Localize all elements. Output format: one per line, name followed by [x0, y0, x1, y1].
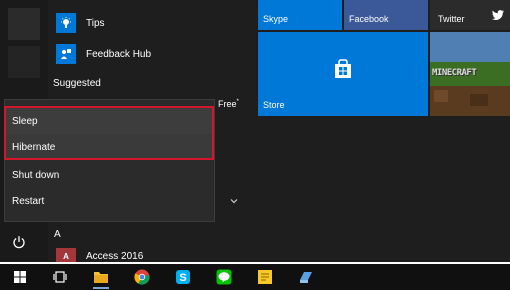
access-icon-letter: A	[63, 251, 69, 261]
shut-down-option-label: Shut down	[12, 169, 60, 181]
sticky-notes-icon[interactable]	[256, 268, 274, 286]
power-icon[interactable]	[12, 235, 26, 249]
sleep-option-label: Sleep	[12, 115, 38, 127]
sleep-option[interactable]: Sleep	[5, 108, 214, 134]
line-icon[interactable]	[215, 268, 233, 286]
app-item-label: Feedback Hub	[86, 48, 152, 60]
app-item-label: Access 2016	[86, 250, 144, 262]
svg-text:S: S	[179, 272, 186, 284]
chrome-icon[interactable]	[133, 268, 151, 286]
suggested-heading: Suggested	[53, 78, 101, 89]
suggested-app-fragment[interactable]: Free*	[218, 99, 239, 109]
task-view-icon[interactable]	[51, 268, 69, 286]
windows-start-icon[interactable]	[0, 264, 40, 290]
lightbulb-icon	[56, 13, 76, 33]
left-strip-button[interactable]	[8, 46, 40, 78]
tile-store[interactable]: Store	[258, 32, 428, 116]
access-icon: A	[56, 248, 76, 262]
tile-facebook[interactable]: Facebook	[344, 0, 428, 30]
feedback-hub-icon	[56, 44, 76, 64]
minecraft-sky	[430, 32, 510, 62]
app-item-feedback-hub[interactable]: Feedback Hub	[56, 42, 151, 66]
tile-twitter[interactable]: Twitter	[430, 0, 510, 30]
app-item-access[interactable]: A Access 2016	[56, 248, 143, 262]
shut-down-option[interactable]: Shut down	[5, 162, 214, 188]
active-app-indicator	[93, 287, 109, 289]
store-bag-icon	[335, 59, 351, 78]
chevron-down-icon[interactable]	[229, 196, 239, 206]
tile-label: Twitter	[438, 14, 465, 24]
hibernate-option-label: Hibernate	[12, 141, 56, 153]
tile-label: Store	[263, 100, 285, 110]
section-letter-a[interactable]: A	[54, 229, 61, 240]
tile-empty	[258, 118, 342, 168]
tile-empty	[344, 118, 428, 168]
suggested-app-fragment-sup: *	[236, 99, 239, 105]
app-item-label: Tips	[86, 17, 105, 29]
start-menu: Tips Feedback Hub Suggested Free* Sleep …	[0, 0, 510, 262]
skype-icon[interactable]: S	[174, 268, 192, 286]
user-avatar[interactable]	[8, 8, 40, 40]
file-explorer-icon[interactable]	[92, 268, 110, 289]
restart-option-label: Restart	[12, 195, 45, 207]
tile-empty	[430, 118, 510, 168]
suggested-app-fragment-text: Free	[218, 99, 237, 109]
twitter-bird-icon	[492, 10, 504, 20]
minecraft-block	[470, 94, 488, 106]
app-item-tips[interactable]: Tips	[56, 11, 105, 35]
tile-label: Skype	[263, 14, 289, 24]
tile-label: Facebook	[349, 14, 389, 24]
tile-minecraft[interactable]: MINECRAFT	[430, 32, 510, 116]
hibernate-option[interactable]: Hibernate	[5, 134, 214, 160]
minecraft-logo: MINECRAFT	[432, 68, 477, 78]
restart-option[interactable]: Restart	[5, 188, 214, 214]
tile-skype[interactable]: Skype	[258, 0, 342, 30]
power-options-menu: Sleep Hibernate Shut down Restart	[4, 99, 215, 222]
app-icon[interactable]	[297, 268, 315, 286]
minecraft-block	[434, 90, 448, 102]
taskbar: S	[0, 264, 510, 290]
